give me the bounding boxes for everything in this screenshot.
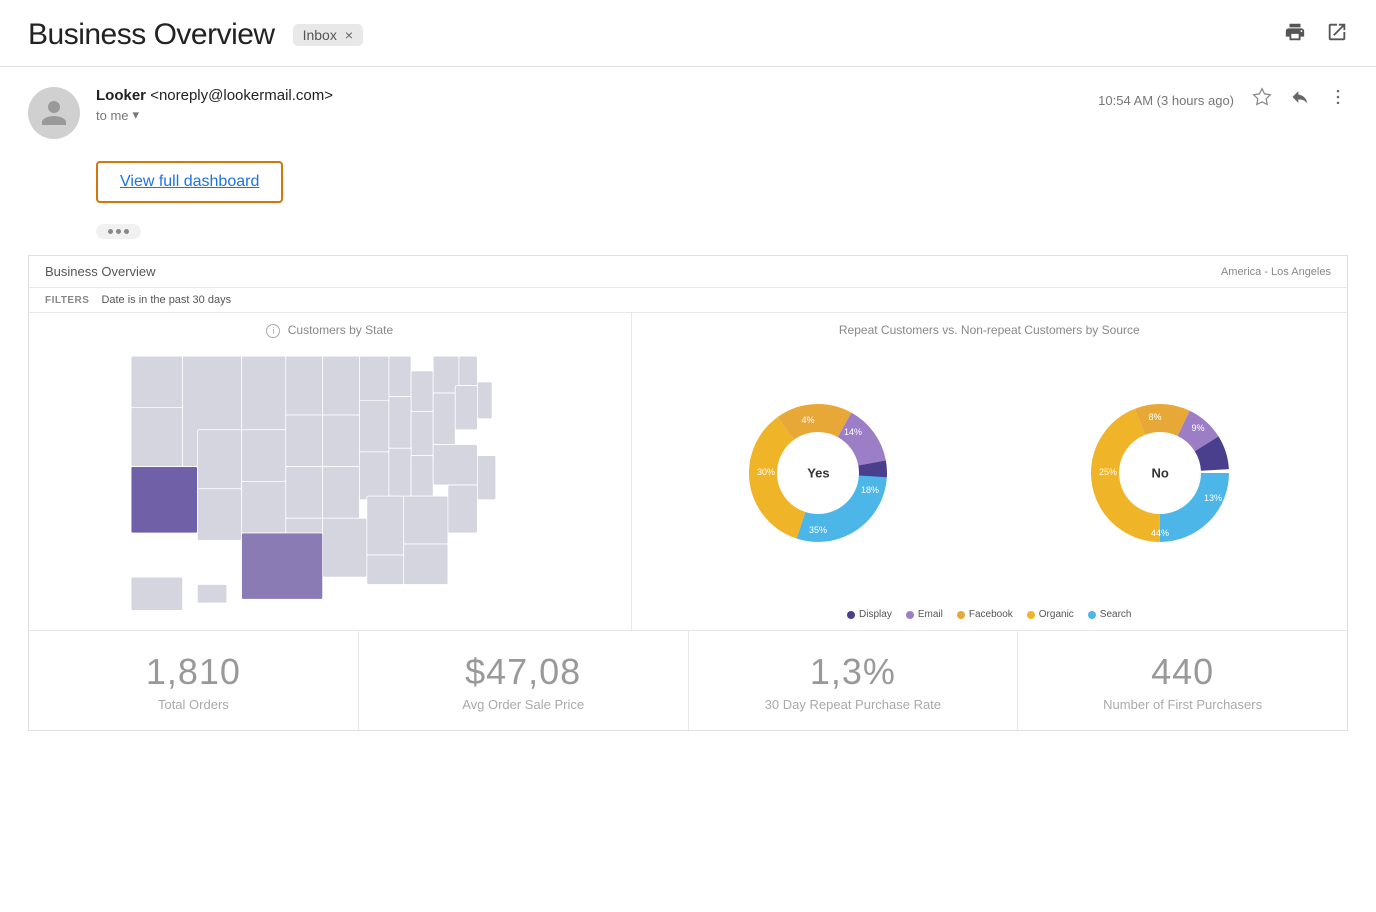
total-orders-label: Total Orders	[39, 697, 348, 712]
email-label: Email	[918, 609, 943, 620]
reply-icon[interactable]	[1290, 87, 1310, 113]
avg-price-number: $47,08	[369, 651, 678, 693]
facebook-label: Facebook	[969, 609, 1013, 620]
no-label: No	[1151, 466, 1168, 481]
us-map-svg	[60, 334, 600, 614]
yes-label: Yes	[807, 466, 829, 481]
dashboard-embed: Business Overview America - Los Angeles …	[28, 255, 1348, 731]
svg-text:4%: 4%	[802, 415, 815, 425]
no-donut: 25% 44% 13% 9% 8% No	[1080, 393, 1240, 553]
dash-filters: FILTERS Date is in the past 30 days	[29, 288, 1347, 313]
svg-text:13%: 13%	[1204, 493, 1222, 503]
chevron-down-icon: ▾	[133, 107, 140, 123]
facebook-dot	[957, 611, 965, 619]
filters-label: FILTERS	[45, 295, 89, 306]
dashboard-link-wrapper: View full dashboard	[96, 161, 1348, 203]
sender-info: Looker <noreply@lookermail.com> to me ▾	[96, 87, 333, 123]
map-container	[45, 344, 615, 604]
svg-text:14%: 14%	[844, 427, 862, 437]
top-header: Business Overview Inbox ×	[0, 0, 1376, 67]
stat-repeat-rate: 1,3% 30 Day Repeat Purchase Rate	[689, 631, 1019, 730]
stat-total-orders: 1,810 Total Orders	[29, 631, 359, 730]
svg-text:25%: 25%	[1099, 467, 1117, 477]
legend-organic: Organic	[1027, 609, 1074, 620]
yes-donut-wrap: 30% 35% 18% 14% 4% Yes	[738, 393, 898, 553]
stats-row: 1,810 Total Orders $47,08 Avg Order Sale…	[29, 631, 1347, 730]
donut-chart-title: Repeat Customers vs. Non-repeat Customer…	[648, 323, 1331, 337]
inbox-label: Inbox	[303, 27, 337, 43]
donut-charts-container: 30% 35% 18% 14% 4% Yes	[648, 343, 1331, 603]
avg-price-label: Avg Order Sale Price	[369, 697, 678, 712]
inbox-close-icon[interactable]: ×	[345, 27, 353, 43]
svg-text:18%: 18%	[861, 485, 879, 495]
legend-facebook: Facebook	[957, 609, 1013, 620]
charts-row: i Customers by State	[29, 313, 1347, 631]
first-purchasers-number: 440	[1028, 651, 1337, 693]
display-label: Display	[859, 609, 892, 620]
organic-dot	[1027, 611, 1035, 619]
person-icon	[39, 98, 69, 128]
svg-text:8%: 8%	[1149, 412, 1162, 422]
sender-left: Looker <noreply@lookermail.com> to me ▾	[28, 87, 333, 139]
first-purchasers-label: Number of First Purchasers	[1028, 697, 1337, 712]
filter-date-value: Date is in the past 30 days	[101, 294, 231, 306]
external-link-icon[interactable]	[1326, 21, 1348, 49]
stat-first-purchasers: 440 Number of First Purchasers	[1018, 631, 1347, 730]
inbox-badge[interactable]: Inbox ×	[293, 24, 363, 46]
view-dashboard-link[interactable]: View full dashboard	[96, 161, 283, 203]
avatar	[28, 87, 80, 139]
display-dot	[847, 611, 855, 619]
donut-legend: Display Email Facebook Organic	[648, 603, 1331, 620]
email-time: 10:54 AM (3 hours ago)	[1098, 93, 1234, 108]
header-right	[1284, 21, 1348, 49]
legend-email: Email	[906, 609, 943, 620]
donut-panel: Repeat Customers vs. Non-repeat Customer…	[632, 313, 1347, 630]
email-dot	[906, 611, 914, 619]
search-label: Search	[1100, 609, 1132, 620]
dot3	[124, 229, 129, 234]
dot1	[108, 229, 113, 234]
legend-display: Display	[847, 609, 892, 620]
sender-right: 10:54 AM (3 hours ago)	[1098, 87, 1348, 113]
header-left: Business Overview Inbox ×	[28, 18, 363, 52]
page-title: Business Overview	[28, 18, 275, 52]
svg-text:44%: 44%	[1151, 528, 1169, 538]
svg-text:30%: 30%	[757, 467, 775, 477]
sender-row: Looker <noreply@lookermail.com> to me ▾ …	[28, 87, 1348, 139]
repeat-rate-label: 30 Day Repeat Purchase Rate	[699, 697, 1008, 712]
svg-text:35%: 35%	[809, 525, 827, 535]
no-donut-wrap: 25% 44% 13% 9% 8% No	[1080, 393, 1240, 553]
dash-embed-title: Business Overview	[45, 264, 156, 279]
print-icon[interactable]	[1284, 21, 1306, 49]
total-orders-number: 1,810	[39, 651, 348, 693]
email-container: Looker <noreply@lookermail.com> to me ▾ …	[0, 67, 1376, 731]
dash-header: Business Overview America - Los Angeles	[29, 256, 1347, 288]
star-icon[interactable]	[1252, 87, 1272, 113]
legend-search: Search	[1088, 609, 1132, 620]
sender-name: Looker <noreply@lookermail.com>	[96, 87, 333, 104]
ellipsis-row	[96, 221, 1348, 239]
svg-text:9%: 9%	[1192, 423, 1205, 433]
map-panel: i Customers by State	[29, 313, 632, 630]
expand-button[interactable]	[96, 224, 141, 239]
repeat-rate-number: 1,3%	[699, 651, 1008, 693]
organic-label: Organic	[1039, 609, 1074, 620]
sender-to[interactable]: to me ▾	[96, 107, 333, 123]
dot2	[116, 229, 121, 234]
yes-donut: 30% 35% 18% 14% 4% Yes	[738, 393, 898, 553]
stat-avg-price: $47,08 Avg Order Sale Price	[359, 631, 689, 730]
more-icon[interactable]	[1328, 87, 1348, 113]
dash-timezone: America - Los Angeles	[1221, 266, 1331, 278]
search-dot	[1088, 611, 1096, 619]
